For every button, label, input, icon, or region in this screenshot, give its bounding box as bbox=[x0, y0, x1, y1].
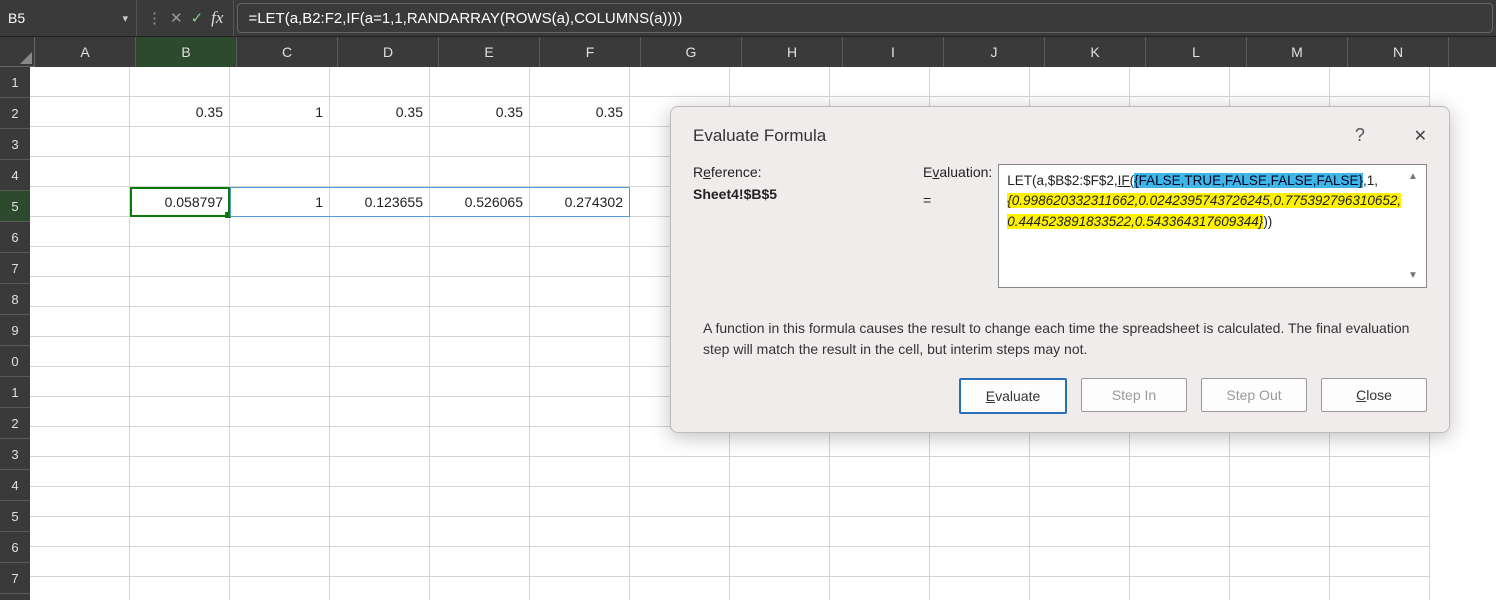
more-icon[interactable]: ⋮ bbox=[147, 9, 162, 27]
row-header[interactable]: 6 bbox=[0, 222, 30, 253]
help-icon[interactable]: ? bbox=[1355, 125, 1365, 145]
evaluate-button[interactable]: Evaluate bbox=[959, 378, 1067, 414]
col-header[interactable]: C bbox=[237, 37, 338, 67]
row-header[interactable]: 1 bbox=[0, 377, 30, 408]
evaluate-formula-dialog: Evaluate Formula ? ✕ Reference: Sheet4!$… bbox=[670, 106, 1450, 433]
cell[interactable]: 1 bbox=[230, 97, 330, 127]
step-out-button[interactable]: Step Out bbox=[1201, 378, 1307, 412]
row-header[interactable]: 9 bbox=[0, 315, 30, 346]
step-in-button[interactable]: Step In bbox=[1081, 378, 1187, 412]
col-header[interactable]: F bbox=[540, 37, 641, 67]
col-header[interactable]: J bbox=[944, 37, 1045, 67]
evaluation-label: Evaluation: bbox=[923, 164, 992, 180]
dialog-note: A function in this formula causes the re… bbox=[703, 318, 1427, 360]
cell[interactable]: 0.123655 bbox=[330, 187, 430, 217]
cell[interactable]: 0.35 bbox=[130, 97, 230, 127]
cell[interactable]: 0.058797 bbox=[130, 187, 230, 217]
row-header[interactable]: 4 bbox=[0, 160, 30, 191]
chevron-down-icon[interactable]: ▾ bbox=[122, 12, 128, 25]
col-header[interactable]: A bbox=[35, 37, 136, 67]
cell[interactable] bbox=[30, 187, 130, 217]
reference-value: Sheet4!$B$5 bbox=[693, 186, 913, 202]
row-header[interactable]: 2 bbox=[0, 98, 30, 129]
col-header[interactable]: L bbox=[1146, 37, 1247, 67]
col-header[interactable]: E bbox=[439, 37, 540, 67]
cell[interactable]: 0.274302 bbox=[530, 187, 630, 217]
col-header[interactable]: I bbox=[843, 37, 944, 67]
col-header[interactable]: M bbox=[1247, 37, 1348, 67]
reference-label: Reference: bbox=[693, 164, 913, 180]
close-icon[interactable]: ✕ bbox=[1414, 128, 1427, 145]
row-header[interactable]: 2 bbox=[0, 408, 30, 439]
col-header[interactable]: H bbox=[742, 37, 843, 67]
row-header[interactable]: 7 bbox=[0, 563, 30, 594]
column-headers: A B C D E F G H I J K L M N bbox=[0, 37, 1496, 67]
eval-text: ,1, bbox=[1363, 173, 1378, 188]
fx-icon[interactable]: fx bbox=[211, 8, 223, 28]
cell[interactable]: 0.526065 bbox=[430, 187, 530, 217]
col-header[interactable]: G bbox=[641, 37, 742, 67]
row-header[interactable]: 1 bbox=[0, 67, 30, 98]
formula-bar-icons: ⋮ ✕ ✓ fx bbox=[137, 0, 234, 36]
row-header[interactable]: 8 bbox=[0, 594, 30, 600]
cell[interactable] bbox=[30, 97, 130, 127]
row-header[interactable]: 3 bbox=[0, 129, 30, 160]
cancel-icon[interactable]: ✕ bbox=[170, 9, 183, 27]
formula-text: =LET(a,B2:F2,IF(a=1,1,RANDARRAY(ROWS(a),… bbox=[248, 10, 682, 27]
close-button[interactable]: Close bbox=[1321, 378, 1427, 412]
formula-input[interactable]: =LET(a,B2:F2,IF(a=1,1,RANDARRAY(ROWS(a),… bbox=[237, 3, 1493, 33]
name-box-value: B5 bbox=[8, 10, 25, 26]
row-header[interactable]: 5 bbox=[0, 191, 30, 222]
row-header[interactable]: 8 bbox=[0, 284, 30, 315]
col-header[interactable]: N bbox=[1348, 37, 1449, 67]
row-header[interactable]: 3 bbox=[0, 439, 30, 470]
row-header[interactable]: 5 bbox=[0, 501, 30, 532]
eval-highlight-yellow: {0.998620332311662,0.0242395743726245,0.… bbox=[1007, 193, 1401, 228]
formula-bar: B5 ▾ ⋮ ✕ ✓ fx =LET(a,B2:F2,IF(a=1,1,RAND… bbox=[0, 0, 1496, 37]
select-all-corner[interactable] bbox=[0, 37, 35, 67]
row-headers: 1 2 3 4 5 6 7 8 9 0 1 2 3 4 5 6 7 8 bbox=[0, 67, 30, 600]
cell[interactable]: 1 bbox=[230, 187, 330, 217]
row-header[interactable]: 7 bbox=[0, 253, 30, 284]
eval-scrollbar[interactable]: ▲▼ bbox=[1408, 169, 1424, 283]
eval-text: )) bbox=[1263, 214, 1272, 229]
col-header[interactable]: K bbox=[1045, 37, 1146, 67]
col-header[interactable]: B bbox=[136, 37, 237, 67]
name-box[interactable]: B5 ▾ bbox=[0, 0, 137, 36]
row-header[interactable]: 4 bbox=[0, 470, 30, 501]
eval-text: IF( bbox=[1118, 173, 1135, 188]
cell[interactable]: 0.35 bbox=[330, 97, 430, 127]
row-header[interactable]: 0 bbox=[0, 346, 30, 377]
scroll-down-icon[interactable]: ▼ bbox=[1408, 268, 1424, 283]
col-header[interactable]: D bbox=[338, 37, 439, 67]
confirm-icon[interactable]: ✓ bbox=[191, 9, 204, 27]
scroll-up-icon[interactable]: ▲ bbox=[1408, 169, 1424, 184]
row-header[interactable]: 6 bbox=[0, 532, 30, 563]
evaluation-box[interactable]: LET(a,$B$2:$F$2,IF({FALSE,TRUE,FALSE,FAL… bbox=[998, 164, 1427, 288]
dialog-title: Evaluate Formula bbox=[693, 126, 826, 146]
eval-highlight-blue: {FALSE,TRUE,FALSE,FALSE,FALSE} bbox=[1134, 173, 1363, 188]
eval-text: LET(a,$B$2:$F$2, bbox=[1007, 173, 1117, 188]
cell[interactable]: 0.35 bbox=[430, 97, 530, 127]
equals-sign: = bbox=[923, 186, 992, 208]
cell[interactable]: 0.35 bbox=[530, 97, 630, 127]
